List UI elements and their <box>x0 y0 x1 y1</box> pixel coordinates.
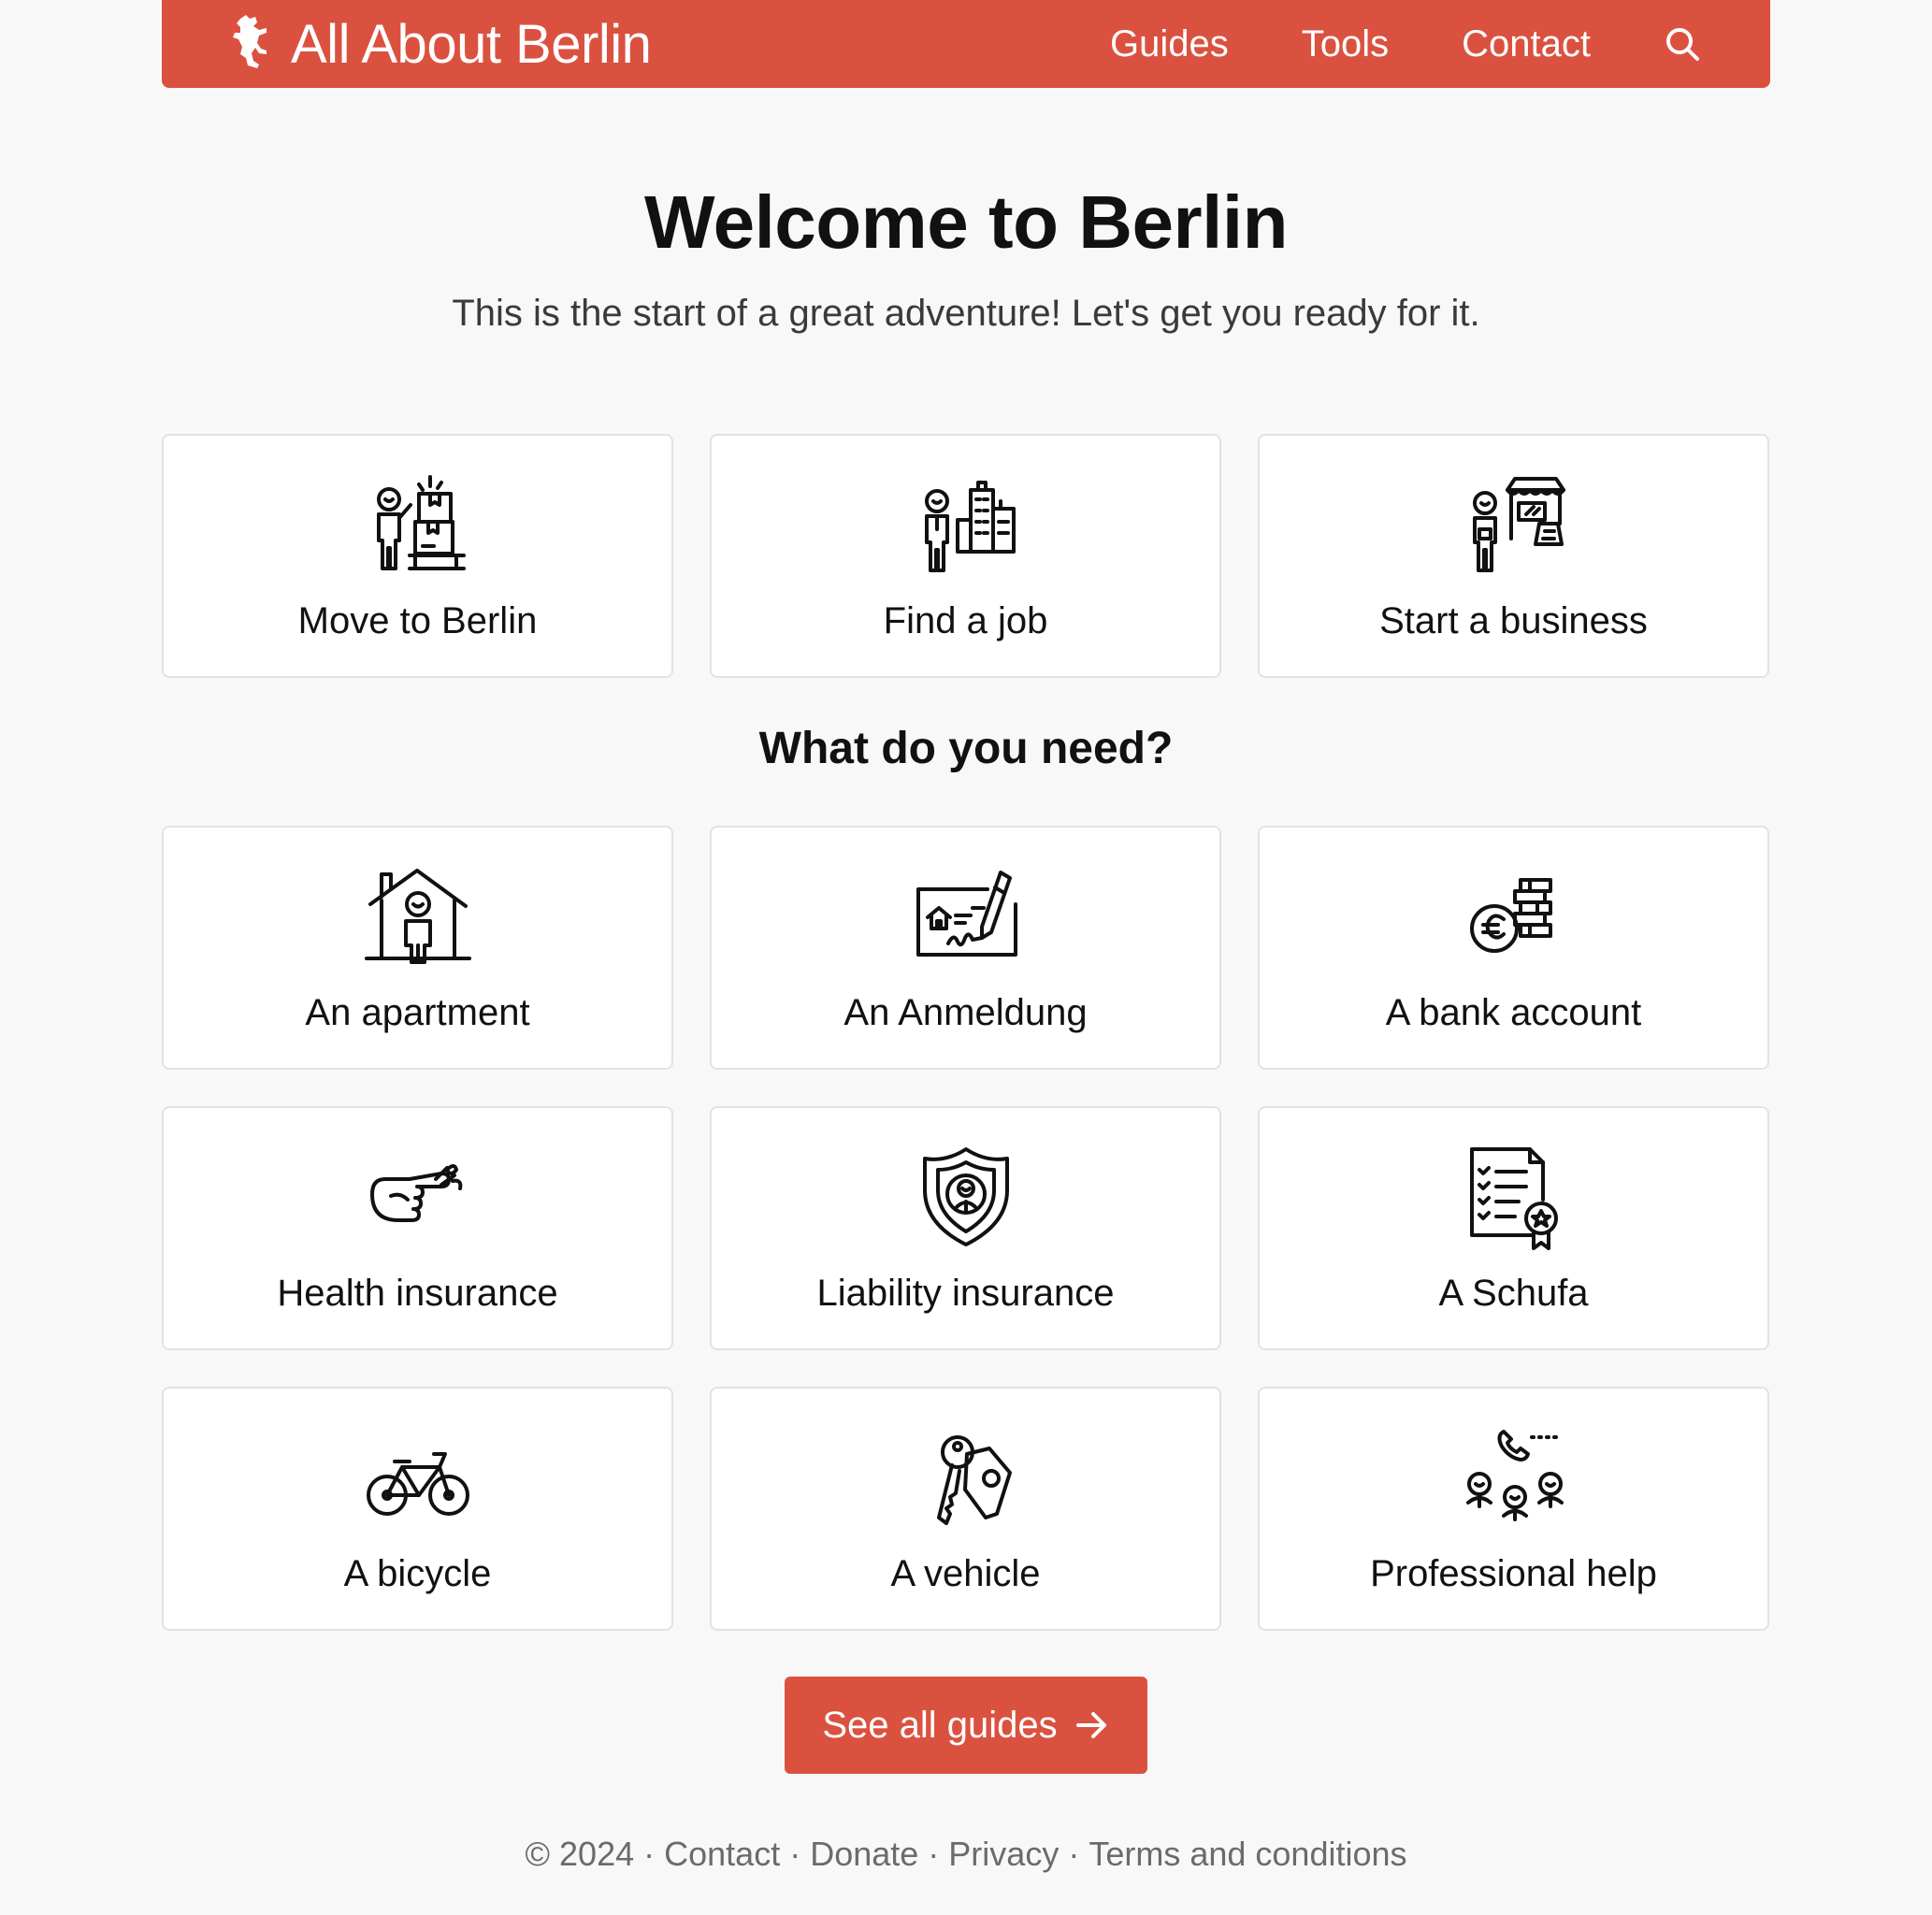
card-liability-insurance[interactable]: Liability insurance <box>710 1106 1221 1350</box>
page-title: Welcome to Berlin <box>644 180 1288 264</box>
card-label: A Schufa <box>1438 1273 1589 1314</box>
arrow-right-icon <box>1075 1712 1106 1738</box>
card-schufa[interactable]: A Schufa <box>1258 1106 1769 1350</box>
registration-document-icon <box>911 863 1021 973</box>
nav-contact[interactable]: Contact <box>1462 23 1591 65</box>
card-label: Liability insurance <box>816 1273 1115 1314</box>
shield-person-icon <box>911 1144 1021 1254</box>
search-icon <box>1666 28 1699 61</box>
see-all-guides-button[interactable]: See all guides <box>785 1677 1147 1774</box>
separator: · <box>789 1835 801 1873</box>
nav-tools[interactable]: Tools <box>1302 23 1389 65</box>
section-title: What do you need? <box>758 724 1174 773</box>
shop-business-icon <box>1459 471 1569 582</box>
needs-grid: An apartment An Anmeldung A bank account… <box>162 826 1770 1631</box>
professionals-phone-icon <box>1459 1424 1569 1534</box>
card-vehicle[interactable]: A vehicle <box>710 1387 1221 1631</box>
card-anmeldung[interactable]: An Anmeldung <box>710 826 1221 1070</box>
card-label: Professional help <box>1370 1553 1657 1594</box>
nav-guides[interactable]: Guides <box>1110 23 1229 65</box>
site-footer: © 2024 · Contact · Donate · Privacy · Terms and … <box>0 1835 1932 1874</box>
job-city-icon <box>911 471 1021 582</box>
card-label: Move to Berlin <box>297 600 538 641</box>
card-find-a-job[interactable]: Find a job <box>710 434 1221 678</box>
footer-contact-link[interactable]: Contact <box>664 1835 780 1873</box>
site-title: All About Berlin <box>291 13 652 75</box>
page-subtitle: This is the start of a great adventure! … <box>452 293 1480 334</box>
card-label: An Anmeldung <box>843 992 1088 1033</box>
card-bank-account[interactable]: A bank account <box>1258 826 1769 1070</box>
card-move-to-berlin[interactable]: Move to Berlin <box>162 434 673 678</box>
card-label: Start a business <box>1379 600 1648 641</box>
card-label: Find a job <box>883 600 1048 641</box>
separator: · <box>928 1835 940 1873</box>
moving-boxes-icon <box>363 471 473 582</box>
card-health-insurance[interactable]: Health insurance <box>162 1106 673 1350</box>
main-nav: Guides Tools Contact <box>1037 23 1701 65</box>
berlin-bear-icon <box>233 15 267 68</box>
card-label: A bank account <box>1385 992 1642 1033</box>
site-logo[interactable]: All About Berlin <box>231 13 652 76</box>
bandaged-hand-icon <box>363 1144 473 1254</box>
card-start-a-business[interactable]: Start a business <box>1258 434 1769 678</box>
footer-donate-link[interactable]: Donate <box>810 1835 918 1873</box>
car-keys-icon <box>911 1424 1021 1534</box>
primary-goals-grid: Move to Berlin Find a job Start a busine… <box>162 434 1770 678</box>
copyright: © 2024 <box>525 1835 635 1873</box>
separator: · <box>1068 1835 1080 1873</box>
card-professional-help[interactable]: Professional help <box>1258 1387 1769 1631</box>
card-apartment[interactable]: An apartment <box>162 826 673 1070</box>
footer-terms-link[interactable]: Terms and conditions <box>1089 1835 1406 1873</box>
card-bicycle[interactable]: A bicycle <box>162 1387 673 1631</box>
card-label: Health insurance <box>277 1273 558 1314</box>
apartment-house-icon <box>363 863 473 973</box>
bicycle-icon <box>363 1424 473 1534</box>
card-label: A bicycle <box>343 1553 492 1594</box>
euro-coins-icon <box>1459 863 1569 973</box>
card-label: A vehicle <box>890 1553 1041 1594</box>
site-header: All About Berlin Guides Tools Contact <box>162 0 1770 88</box>
card-label: An apartment <box>305 992 530 1033</box>
footer-privacy-link[interactable]: Privacy <box>948 1835 1059 1873</box>
checklist-certificate-icon <box>1459 1144 1569 1254</box>
search-button[interactable] <box>1664 25 1701 63</box>
cta-label: See all guides <box>822 1704 1058 1746</box>
separator: · <box>643 1835 656 1873</box>
